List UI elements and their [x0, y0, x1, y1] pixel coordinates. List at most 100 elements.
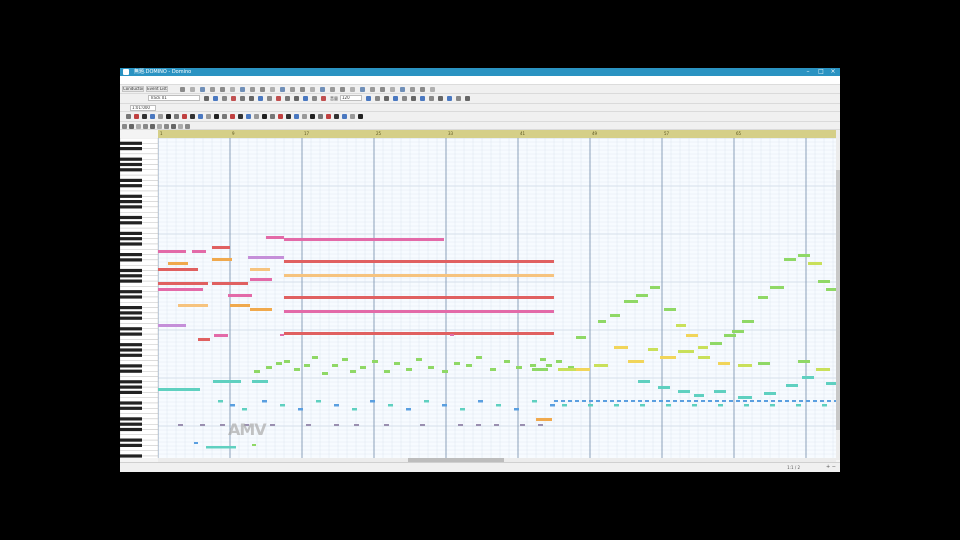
midi-note[interactable]	[729, 400, 733, 402]
midi-note[interactable]	[316, 400, 321, 403]
midi-note[interactable]	[494, 424, 499, 426]
toolbar-icon[interactable]	[410, 87, 415, 92]
toolbar-icon[interactable]	[430, 87, 435, 92]
midi-note[interactable]	[827, 400, 831, 402]
midi-note[interactable]	[390, 296, 394, 298]
midi-note[interactable]	[248, 256, 284, 259]
midi-note[interactable]	[698, 356, 710, 359]
midi-note[interactable]	[798, 360, 810, 363]
midi-note[interactable]	[504, 360, 510, 363]
midi-note[interactable]	[363, 296, 367, 298]
midi-note[interactable]	[732, 330, 744, 333]
toolbar-icon[interactable]	[447, 96, 452, 101]
midi-note[interactable]	[158, 282, 208, 285]
midi-note[interactable]	[666, 400, 670, 402]
toolbar-icon[interactable]	[411, 96, 416, 101]
midi-note[interactable]	[418, 296, 422, 298]
midi-note[interactable]	[603, 400, 607, 402]
midi-note[interactable]	[242, 408, 247, 411]
midi-note[interactable]	[352, 408, 357, 411]
toolbar-icon[interactable]	[198, 114, 203, 119]
toolbar-icon[interactable]	[318, 114, 323, 119]
midi-note[interactable]	[192, 250, 206, 253]
black-key[interactable]	[120, 141, 142, 145]
toolbar-icon[interactable]	[206, 114, 211, 119]
track-select-button[interactable]: Conductor	[122, 86, 144, 92]
toolbar-icon[interactable]	[136, 124, 141, 129]
black-key[interactable]	[120, 353, 142, 357]
midi-note[interactable]	[213, 380, 241, 383]
black-key[interactable]	[120, 406, 142, 410]
midi-note[interactable]	[488, 310, 492, 312]
midi-note[interactable]	[416, 358, 422, 361]
toolbar-icon[interactable]	[290, 87, 295, 92]
toolbar-icon[interactable]	[171, 124, 176, 129]
midi-note[interactable]	[816, 368, 830, 371]
midi-note[interactable]	[220, 424, 225, 426]
midi-note[interactable]	[480, 296, 484, 298]
toolbar-icon[interactable]	[240, 96, 245, 101]
midi-note[interactable]	[744, 404, 749, 407]
midi-note[interactable]	[424, 400, 429, 403]
midi-note[interactable]	[312, 356, 318, 359]
midi-note[interactable]	[736, 400, 740, 402]
toolbar-icon[interactable]	[190, 87, 195, 92]
midi-note[interactable]	[764, 392, 776, 395]
black-key[interactable]	[120, 401, 142, 405]
midi-note[interactable]	[610, 314, 620, 317]
black-key[interactable]	[120, 147, 142, 151]
midi-note[interactable]	[678, 350, 694, 353]
toolbar-icon[interactable]	[320, 87, 325, 92]
black-key[interactable]	[120, 443, 142, 447]
toolbar-icon[interactable]	[204, 96, 209, 101]
midi-note[interactable]	[610, 400, 614, 402]
midi-note[interactable]	[388, 404, 393, 407]
midi-note[interactable]	[158, 388, 200, 391]
black-key[interactable]	[120, 438, 142, 442]
midi-note[interactable]	[284, 238, 444, 241]
midi-note[interactable]	[250, 268, 270, 271]
midi-note[interactable]	[158, 324, 186, 327]
toolbar-icon[interactable]	[420, 96, 425, 101]
midi-note[interactable]	[738, 396, 752, 399]
toolbar-icon[interactable]	[429, 96, 434, 101]
toolbar-icon[interactable]	[143, 124, 148, 129]
midi-note[interactable]	[806, 400, 810, 402]
toolbar-icon[interactable]	[390, 87, 395, 92]
midi-note[interactable]	[178, 424, 183, 426]
midi-note[interactable]	[708, 400, 712, 402]
midi-note[interactable]	[676, 324, 686, 327]
black-key[interactable]	[120, 274, 142, 278]
midi-note[interactable]	[252, 380, 268, 383]
midi-note[interactable]	[158, 268, 198, 271]
midi-note[interactable]	[476, 424, 481, 426]
black-key[interactable]	[120, 258, 142, 262]
midi-note[interactable]	[420, 424, 425, 426]
black-key[interactable]	[120, 390, 142, 394]
toolbar-icon[interactable]	[231, 96, 236, 101]
toolbar-icon[interactable]	[250, 87, 255, 92]
midi-note[interactable]	[568, 400, 572, 402]
title-bar[interactable]: 無題.DOMINO - Domino – □ ×	[120, 68, 840, 76]
toolbar-icon[interactable]	[210, 87, 215, 92]
midi-note[interactable]	[214, 334, 228, 337]
midi-note[interactable]	[554, 400, 558, 402]
midi-note[interactable]	[582, 400, 586, 402]
midi-note[interactable]	[822, 404, 827, 407]
midi-note[interactable]	[322, 372, 328, 375]
midi-note[interactable]	[262, 400, 267, 403]
toolbar-icon[interactable]	[150, 114, 155, 119]
midi-note[interactable]	[350, 370, 356, 373]
toolbar-icon[interactable]	[166, 114, 171, 119]
midi-note[interactable]	[808, 262, 822, 265]
midi-note[interactable]	[558, 368, 570, 371]
toolbar-icon[interactable]	[200, 87, 205, 92]
toolbar-icon[interactable]	[384, 96, 389, 101]
midi-note[interactable]	[561, 400, 565, 402]
midi-note[interactable]	[757, 400, 761, 402]
midi-note[interactable]	[758, 362, 770, 365]
toolbar-icon[interactable]	[310, 87, 315, 92]
midi-note[interactable]	[714, 390, 726, 393]
midi-note[interactable]	[342, 358, 348, 361]
toolbar-icon[interactable]	[262, 114, 267, 119]
